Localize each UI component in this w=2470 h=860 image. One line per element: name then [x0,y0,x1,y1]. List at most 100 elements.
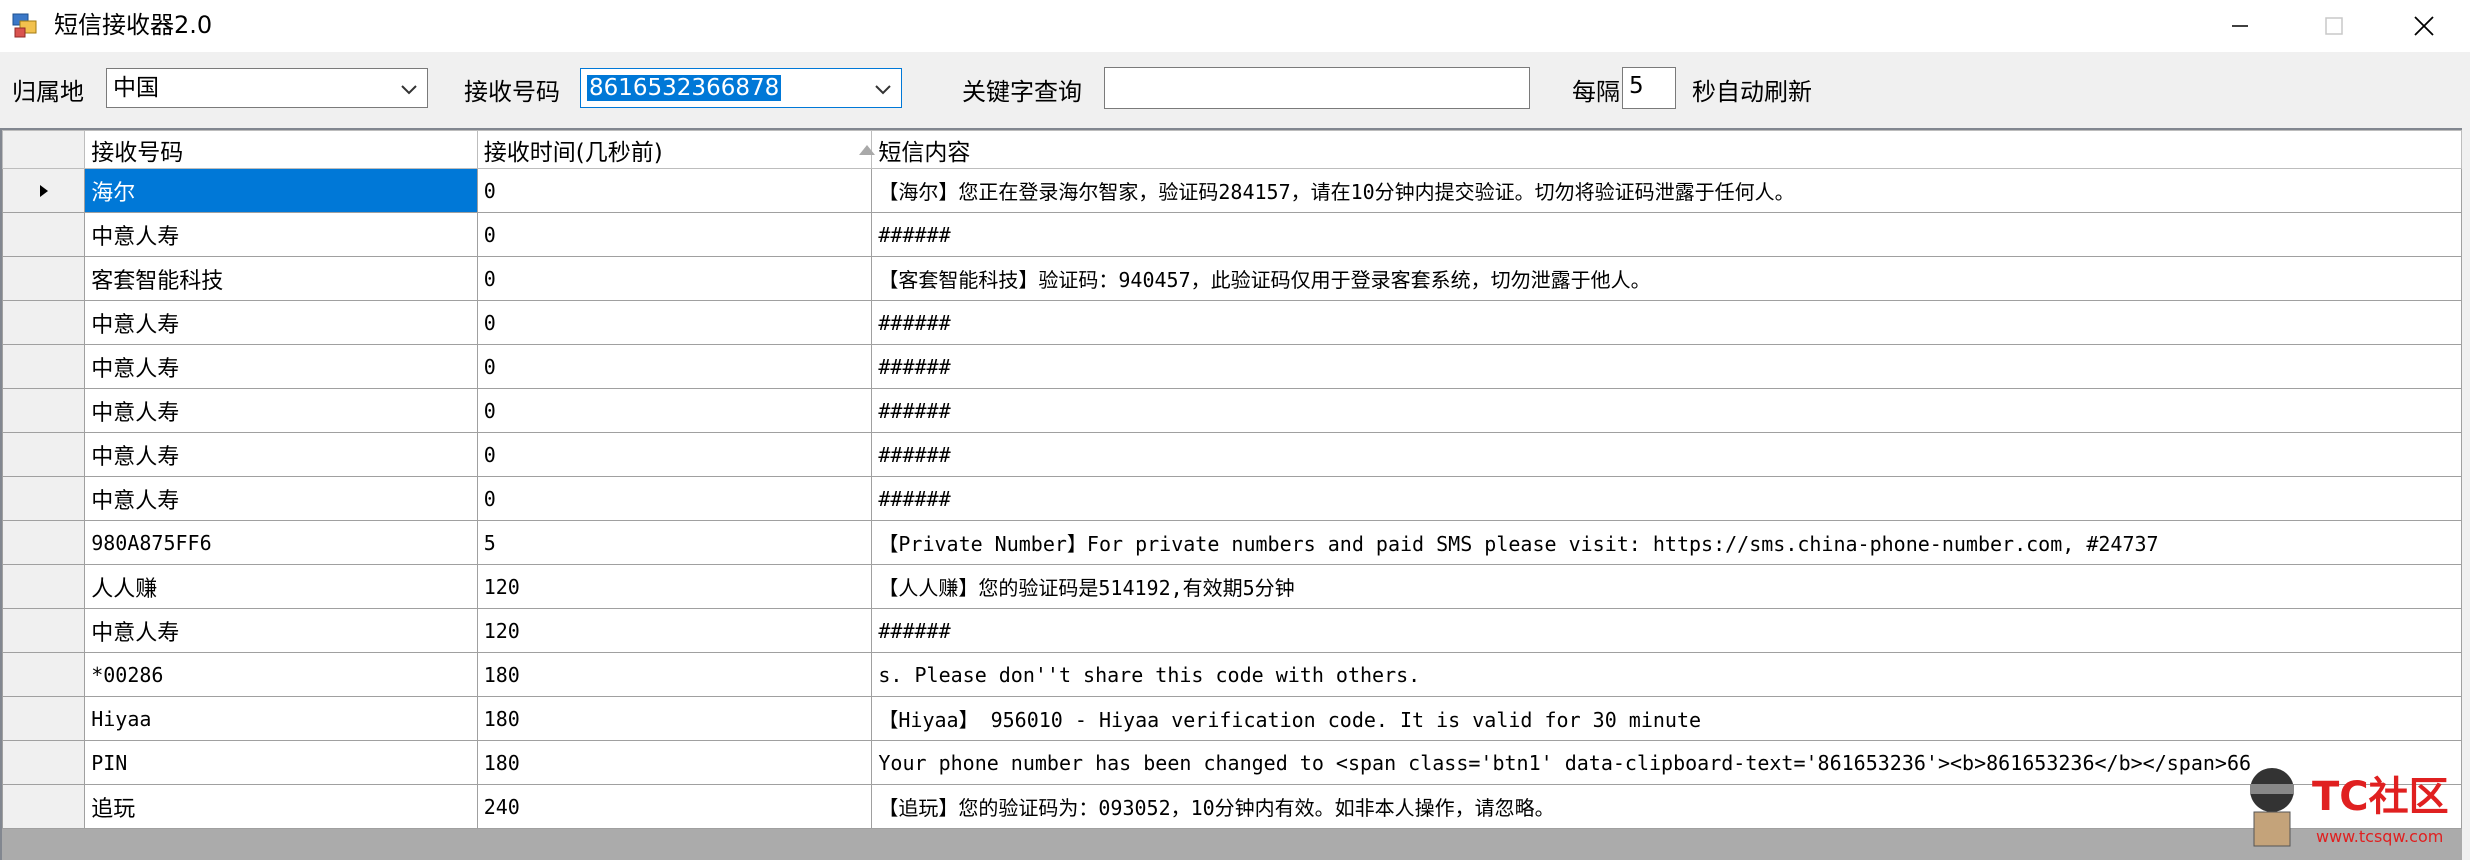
table-row[interactable]: 中意人寿 0 ###### [2,388,2462,433]
sort-ascending-icon [859,145,875,155]
close-icon [2414,16,2434,36]
table-row[interactable]: 海尔 0 【海尔】您正在登录海尔智家，验证码284157，请在10分钟内提交验证。切… [2,168,2462,213]
minimize-icon [2232,25,2248,27]
interval-prefix-label: 每隔 [1572,78,1620,106]
table-row[interactable]: 中意人寿 0 ###### [2,476,2462,521]
header-row: 接收号码 接收时间(几秒前) 短信内容 [2,130,2462,169]
region-select[interactable]: 中国 [106,68,428,108]
row-header[interactable] [2,432,86,477]
content-cell[interactable]: 【Private Number】For private numbers and … [871,520,2462,565]
row-header[interactable] [2,476,86,521]
column-header-sender[interactable]: 接收号码 [84,130,478,169]
number-select-value: 8616532366878 [587,75,782,101]
number-select[interactable]: 8616532366878 [580,68,902,108]
title-bar: 短信接收器2.0 [0,0,2470,52]
content-cell[interactable]: ###### [871,432,2462,477]
sender-cell[interactable]: Hiyaa [84,696,478,741]
time-cell[interactable]: 0 [476,300,873,345]
time-cell[interactable]: 5 [476,520,873,565]
chevron-down-icon[interactable] [873,79,893,99]
time-cell[interactable]: 120 [476,608,873,653]
minimize-button[interactable] [2200,0,2280,52]
time-cell[interactable]: 0 [476,388,873,433]
time-cell[interactable]: 120 [476,564,873,609]
table-row[interactable]: 980A875FF6 5 【Private Number】For private n… [2,520,2462,565]
row-header[interactable] [2,256,86,301]
table-row[interactable]: 人人赚 120 【人人赚】您的验证码是514192,有效期5分钟 [2,564,2462,609]
content-cell[interactable]: ###### [871,476,2462,521]
row-header[interactable] [2,168,86,213]
time-cell[interactable]: 240 [476,784,873,829]
content-cell[interactable]: ###### [871,300,2462,345]
maximize-icon [2325,17,2343,35]
content-cell[interactable]: 【海尔】您正在登录海尔智家，验证码284157，请在10分钟内提交验证。切勿将验… [871,168,2462,213]
time-cell[interactable]: 0 [476,476,873,521]
sender-cell[interactable]: 中意人寿 [84,344,478,389]
app-icon [12,13,37,38]
row-header[interactable] [2,608,86,653]
table-row[interactable]: Hiyaa 180 【Hiyaa】 956010 - Hiyaa verificat… [2,696,2462,741]
table-row[interactable]: 中意人寿 0 ###### [2,344,2462,389]
sender-cell[interactable]: PIN [84,740,478,785]
row-header[interactable] [2,740,86,785]
sender-cell[interactable]: 客套智能科技 [84,256,478,301]
row-header[interactable] [2,520,86,565]
column-header-content[interactable]: 短信内容 [871,130,2462,169]
table-row[interactable]: 中意人寿 0 ###### [2,212,2462,257]
time-cell[interactable]: 180 [476,652,873,697]
content-cell[interactable]: 【Hiyaa】 956010 - Hiyaa verification code… [871,696,2462,741]
row-header[interactable] [2,300,86,345]
content-cell[interactable]: s. Please don''t share this code with ot… [871,652,2462,697]
tc-community-watermark: TC社区 www.tcsqw.com [2250,768,2449,847]
window-title: 短信接收器2.0 [54,11,213,39]
sender-cell[interactable]: 中意人寿 [84,388,478,433]
content-cell[interactable]: ###### [871,212,2462,257]
time-cell[interactable]: 0 [476,344,873,389]
table-row[interactable]: 客套智能科技 0 【客套智能科技】验证码：940457，此验证码仅用于登录客套系统，… [2,256,2462,301]
chevron-down-icon[interactable] [399,79,419,99]
sender-cell[interactable]: 中意人寿 [84,432,478,477]
sender-cell[interactable]: 中意人寿 [84,476,478,521]
row-header[interactable] [2,652,86,697]
row-header[interactable] [2,388,86,433]
table-row[interactable]: 中意人寿 0 ###### [2,300,2462,345]
sms-grid[interactable]: 接收号码 接收时间(几秒前) 短信内容 海尔 0 【海尔】您正在登录海尔智家，验证码… [0,128,2462,860]
close-button[interactable] [2384,0,2464,52]
column-header-time[interactable]: 接收时间(几秒前) [476,130,873,169]
sender-cell[interactable]: 中意人寿 [84,300,478,345]
time-cell[interactable]: 180 [476,696,873,741]
sender-cell[interactable]: 980A875FF6 [84,520,478,565]
time-cell[interactable]: 0 [476,212,873,257]
time-cell[interactable]: 0 [476,168,873,213]
content-cell[interactable]: 【客套智能科技】验证码：940457，此验证码仅用于登录客套系统，切勿泄露于他人… [871,256,2462,301]
row-header[interactable] [2,564,86,609]
sender-cell[interactable]: 中意人寿 [84,212,478,257]
sender-cell[interactable]: 追玩 [84,784,478,829]
table-row[interactable]: PIN 180 Your phone number has been changed… [2,740,2462,785]
time-cell[interactable]: 0 [476,432,873,477]
keyword-input[interactable] [1104,67,1530,109]
table-row[interactable]: 追玩 240 【追玩】您的验证码为：093052，10分钟内有效。如非本人操作，请忽… [2,784,2462,829]
table-row[interactable]: 中意人寿 120 ###### [2,608,2462,653]
table-row[interactable]: 中意人寿 0 ###### [2,432,2462,477]
row-header[interactable] [2,212,86,257]
table-row[interactable]: *00286 180 s. Please don''t share this cod… [2,652,2462,697]
keyword-input-value [1105,73,1111,99]
content-cell[interactable]: ###### [871,344,2462,389]
time-cell[interactable]: 0 [476,256,873,301]
row-header[interactable] [2,784,86,829]
row-header[interactable] [2,344,86,389]
sender-cell[interactable]: 人人赚 [84,564,478,609]
sender-cell[interactable]: 海尔 [84,168,478,213]
content-cell[interactable]: 【人人赚】您的验证码是514192,有效期5分钟 [871,564,2462,609]
corner-header [2,130,86,169]
sender-cell[interactable]: *00286 [84,652,478,697]
row-header[interactable] [2,696,86,741]
content-cell[interactable]: ###### [871,608,2462,653]
sender-cell[interactable]: 中意人寿 [84,608,478,653]
time-cell[interactable]: 180 [476,740,873,785]
region-label: 归属地 [12,78,84,106]
interval-input[interactable]: 5 [1622,67,1676,109]
interval-input-value: 5 [1629,73,1644,99]
content-cell[interactable]: ###### [871,388,2462,433]
